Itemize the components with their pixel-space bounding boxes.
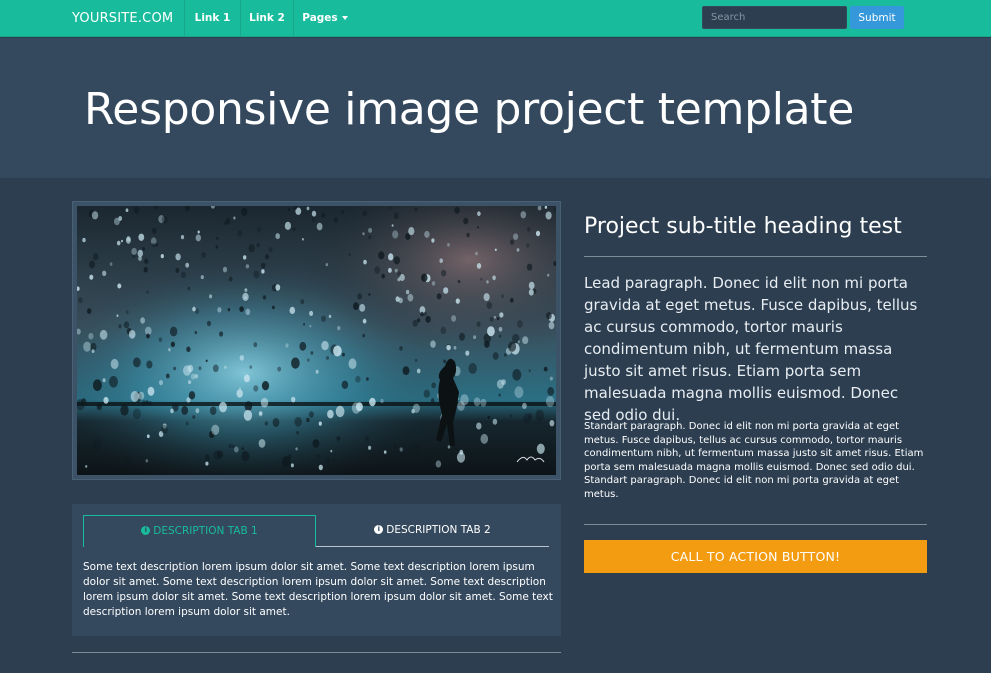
- page-title: Responsive image project template: [84, 84, 855, 135]
- lead-paragraph: Lead paragraph. Donec id elit non mi por…: [584, 274, 918, 424]
- tab-description-2[interactable]: DESCRIPTION TAB 2: [316, 515, 549, 547]
- divider: [584, 524, 927, 525]
- divider: [72, 652, 561, 653]
- caret-down-icon: [341, 16, 348, 20]
- search-input[interactable]: [702, 6, 847, 29]
- nav-pages-dropdown[interactable]: Pages: [294, 0, 356, 37]
- nav-link-1[interactable]: Link 1: [185, 0, 240, 37]
- call-to-action-button[interactable]: CALL TO ACTION BUTTON!: [584, 540, 927, 573]
- project-subtitle: Project sub-title heading test: [584, 214, 902, 239]
- submit-button[interactable]: Submit: [850, 6, 904, 29]
- nav-link-2[interactable]: Link 2: [241, 0, 293, 37]
- navbar: YOURSITE.COM Link 1 Link 2 Pages Submit: [0, 0, 991, 37]
- nav-pages-label: Pages: [302, 12, 338, 24]
- divider: [584, 256, 927, 257]
- tab-description-1[interactable]: DESCRIPTION TAB 1: [83, 515, 316, 547]
- brand-link[interactable]: YOURSITE.COM: [72, 0, 173, 37]
- tab-description-2-label: DESCRIPTION TAB 2: [386, 524, 491, 536]
- tab-description-1-label: DESCRIPTION TAB 1: [153, 525, 258, 537]
- hero-banner: Responsive image project template: [0, 38, 991, 178]
- description-tabs-panel: DESCRIPTION TAB 1 DESCRIPTION TAB 2 Some…: [72, 504, 561, 636]
- project-image: [77, 206, 556, 475]
- info-circle-icon: [141, 525, 151, 535]
- info-circle-icon: [374, 524, 384, 534]
- project-image-frame: [72, 201, 561, 480]
- standard-paragraph: Standart paragraph. Donec id elit non mi…: [584, 421, 924, 500]
- tab-content-text: Some text description lorem ipsum dolor …: [83, 561, 553, 618]
